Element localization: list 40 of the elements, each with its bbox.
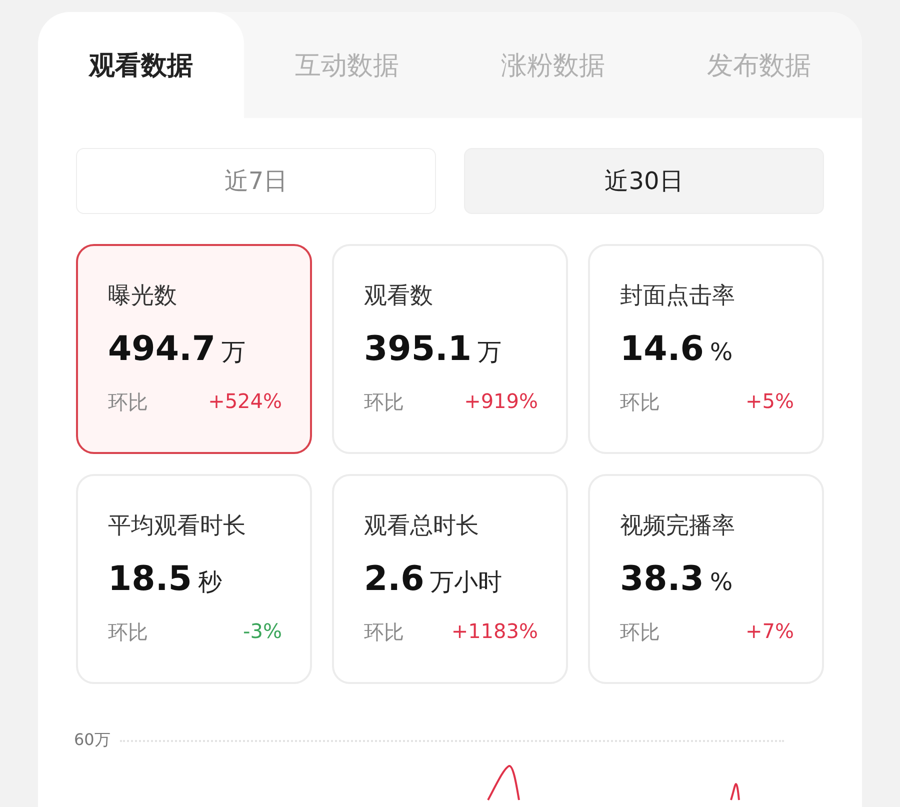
metric-card[interactable]: 视频完播率 38.3 % 环比 +7% (588, 474, 824, 684)
compare-label: 环比 (364, 389, 404, 416)
metric-title: 视频完播率 (620, 512, 736, 541)
metric-card[interactable]: 封面点击率 14.6 % 环比 +5% (588, 244, 824, 454)
metric-title: 平均观看时长 (108, 512, 247, 541)
metric-title: 封面点击率 (620, 282, 736, 311)
change-percent: +7% (746, 619, 794, 645)
metric-value: 38.3 (620, 559, 704, 599)
compare-label: 环比 (364, 619, 404, 646)
metric-unit: 秒 (198, 567, 222, 598)
metric-unit: 万 (478, 337, 502, 368)
metric-card[interactable]: 观看总时长 2.6 万小时 环比 +1183% (332, 474, 568, 684)
period-button[interactable]: 近30日 (464, 148, 824, 214)
metric-card[interactable]: 曝光数 494.7 万 环比 +524% (76, 244, 312, 454)
change-percent: +919% (464, 389, 538, 415)
period-button[interactable]: 近7日 (76, 148, 436, 214)
change-percent: -3% (243, 619, 282, 645)
metric-title: 观看数 (364, 282, 434, 311)
metric-value: 14.6 (620, 329, 704, 369)
axis-label: 60万 (74, 730, 110, 751)
metric-title: 观看总时长 (364, 512, 480, 541)
metric-unit: 万小时 (430, 567, 502, 598)
compare-label: 环比 (620, 619, 660, 646)
metric-card[interactable]: 观看数 395.1 万 环比 +919% (332, 244, 568, 454)
metric-title: 曝光数 (108, 282, 178, 311)
change-percent: +5% (746, 389, 794, 415)
metric-value: 395.1 (364, 329, 472, 369)
compare-label: 环比 (108, 389, 148, 416)
metric-unit: 万 (222, 337, 246, 368)
metric-value: 2.6 (364, 559, 424, 599)
metric-unit: % (710, 568, 733, 596)
change-percent: +1183% (451, 619, 538, 645)
metric-card[interactable]: 平均观看时长 18.5 秒 环比 -3% (76, 474, 312, 684)
tab[interactable]: 观看数据 (38, 12, 244, 118)
metric-value: 18.5 (108, 559, 192, 599)
metric-unit: % (710, 338, 733, 366)
metric-value: 494.7 (108, 329, 216, 369)
compare-label: 环比 (108, 619, 148, 646)
compare-label: 环比 (620, 389, 660, 416)
change-percent: +524% (208, 389, 282, 415)
